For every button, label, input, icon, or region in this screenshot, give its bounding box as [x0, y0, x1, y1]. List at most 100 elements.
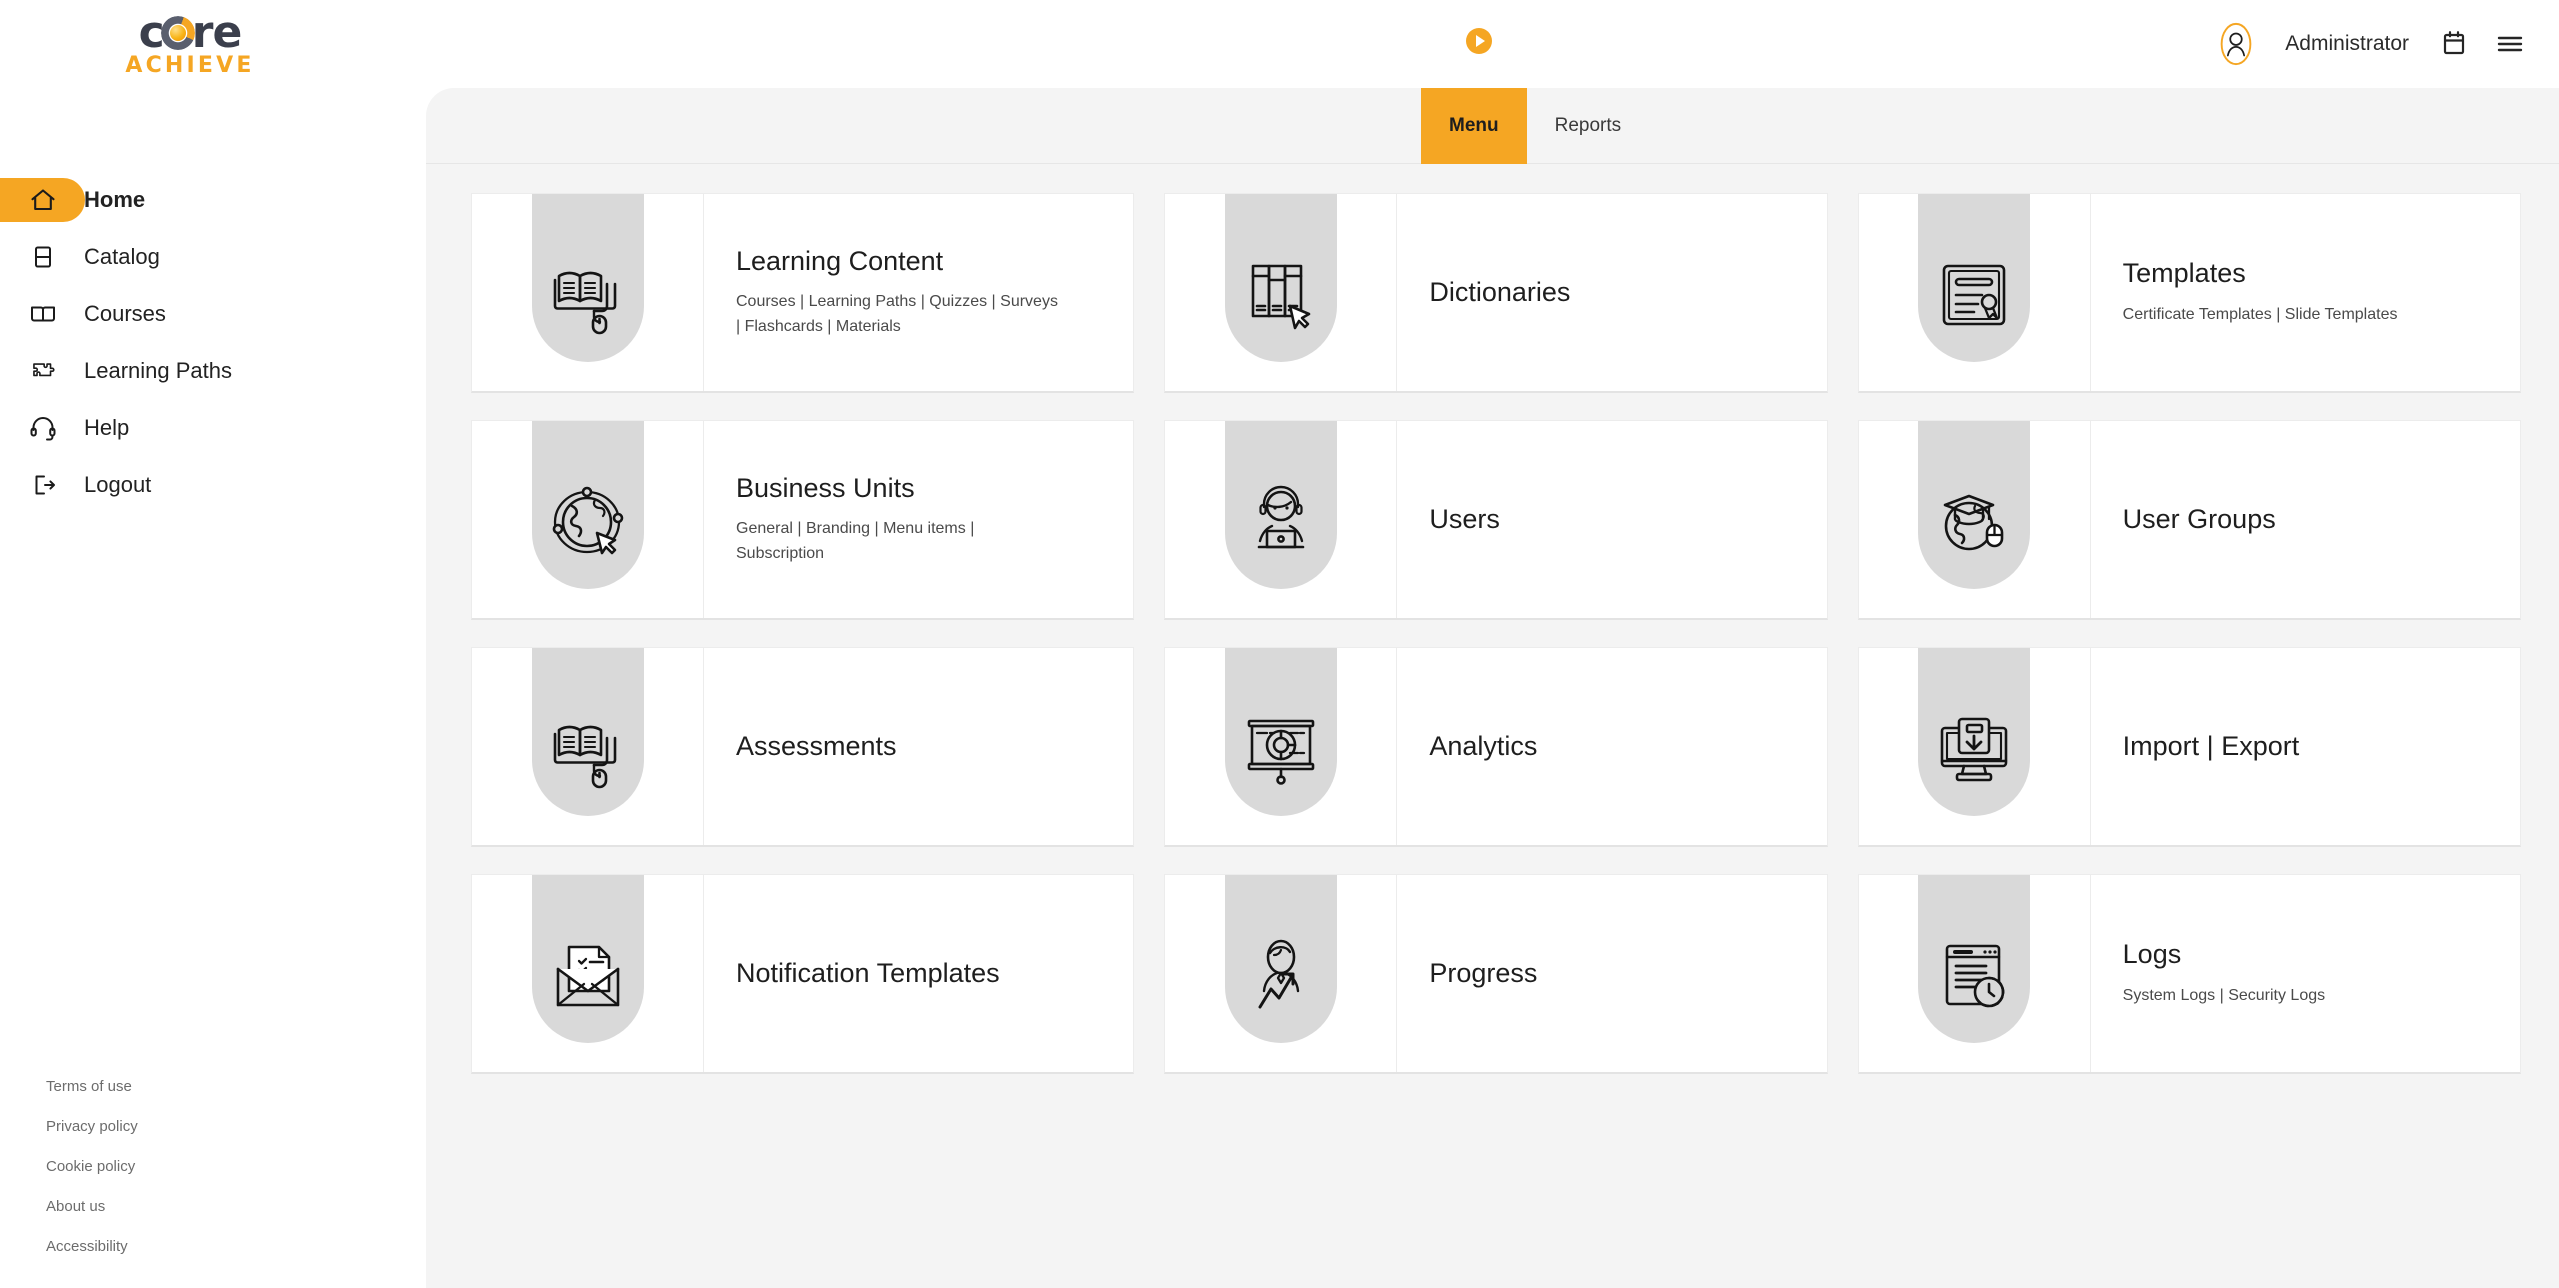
card-text-column: Business Units General | Branding | Menu…: [704, 421, 1133, 618]
card-text-column: Import | Export: [2091, 648, 2520, 845]
sidebar-item-courses[interactable]: Courses: [0, 292, 426, 336]
certificate-seal-icon: [1931, 252, 2017, 338]
card-icon-column: [1165, 421, 1398, 618]
card-text-column: Learning Content Courses | Learning Path…: [704, 194, 1133, 391]
card-assessments[interactable]: Assessments: [471, 647, 1135, 847]
sidebar-item-label: Catalog: [84, 244, 160, 269]
card-icon-column: [1859, 421, 2091, 618]
sidebar-item-label: Courses: [84, 301, 166, 326]
footer-link-cookie[interactable]: Cookie policy: [46, 1158, 138, 1175]
open-book-icon: [28, 299, 58, 329]
card-subtitle: System Logs | Security Logs: [2122, 986, 2326, 1004]
card-user-groups[interactable]: User Groups: [1857, 420, 2521, 620]
card-icon-column: [472, 421, 704, 618]
card-templates[interactable]: Templates Certificate Templates | Slide …: [1857, 193, 2521, 393]
sidebar: Home Catalog Courses Learning Paths Help…: [0, 88, 426, 1288]
headset-icon: [28, 413, 58, 443]
globe-graduation-mouse-icon: [1931, 479, 2017, 565]
footer-link-terms[interactable]: Terms of use: [46, 1078, 138, 1095]
module-card-grid: Learning Content Courses | Learning Path…: [426, 164, 2559, 1074]
card-icon-column: [1165, 648, 1398, 845]
user-headset-laptop-icon: [1238, 479, 1324, 565]
card-subtitle: Courses | Learning Paths | Quizzes | Sur…: [736, 293, 1058, 336]
brand-logo[interactable]: c re ACHIEVE: [100, 8, 280, 80]
card-subtitle: General | Branding | Menu items | Subscr…: [736, 520, 975, 563]
card-title: Progress: [1429, 958, 1538, 989]
card-icon-column: [1859, 194, 2091, 391]
presentation-piechart-icon: [1238, 706, 1324, 792]
sidebar-item-logout[interactable]: Logout: [0, 463, 426, 507]
card-title: Templates: [2122, 258, 2246, 289]
sidebar-item-catalog[interactable]: Catalog: [0, 235, 426, 279]
card-title: User Groups: [2122, 504, 2276, 535]
bookshelf-cursor-icon: [1238, 252, 1324, 338]
card-title: Notification Templates: [736, 958, 1000, 989]
sidebar-item-label: Help: [84, 415, 130, 440]
tab-reports[interactable]: Reports: [1527, 88, 1650, 164]
card-icon-column: [1859, 648, 2091, 845]
card-business-units[interactable]: Business Units General | Branding | Menu…: [471, 420, 1135, 620]
play-circle-icon[interactable]: [1466, 28, 1492, 54]
card-icon-column: [1165, 194, 1398, 391]
logo-letters-re: re: [191, 6, 243, 58]
sidebar-item-label: Logout: [84, 472, 152, 497]
card-notification-templates[interactable]: Notification Templates: [471, 874, 1135, 1074]
card-title: Assessments: [736, 731, 897, 762]
card-progress[interactable]: Progress: [1164, 874, 1828, 1074]
card-text-column: Templates Certificate Templates | Slide …: [2091, 194, 2520, 391]
card-users[interactable]: Users: [1164, 420, 1828, 620]
puzzle-piece-icon: [28, 356, 58, 386]
tab-menu[interactable]: Menu: [1421, 88, 1527, 164]
content-tabbar: Menu Reports: [426, 88, 2559, 164]
card-title: Logs: [2122, 939, 2182, 970]
home-icon: [28, 185, 58, 215]
document-clock-icon: [1931, 933, 2017, 1019]
card-title: Analytics: [1429, 731, 1538, 762]
logo-subtitle: ACHIEVE: [125, 52, 255, 78]
logout-arrow-icon: [28, 470, 58, 500]
main-content: Menu Reports Learning Content Courses | …: [426, 88, 2559, 1288]
card-icon-column: [472, 194, 704, 391]
header-actions: Administrator: [2213, 0, 2533, 88]
card-text-column: Assessments: [704, 648, 1133, 845]
book-mouse-icon: [545, 252, 631, 338]
envelope-checklist-icon: [545, 933, 631, 1019]
monitor-download-icon: [1931, 706, 2017, 792]
hamburger-menu-icon[interactable]: [2495, 29, 2525, 59]
book-mouse-icon: [545, 706, 631, 792]
card-title: Business Units: [736, 473, 915, 503]
card-text-column: Progress: [1397, 875, 1826, 1072]
sidebar-item-help[interactable]: Help: [0, 406, 426, 450]
sidebar-item-label: Learning Paths: [84, 358, 232, 383]
sidebar-item-label: Home: [84, 187, 146, 212]
app-root: c re ACHIEVE Administrator Home Catalog …: [0, 0, 2559, 1288]
person-growth-arrow-icon: [1238, 933, 1324, 1019]
top-header: c re ACHIEVE Administrator: [0, 0, 2559, 88]
card-title: Import | Export: [2122, 731, 2300, 762]
card-icon-column: [472, 875, 704, 1072]
sidebar-item-home[interactable]: Home: [0, 178, 426, 222]
footer-link-privacy[interactable]: Privacy policy: [46, 1118, 138, 1135]
globe-orbit-cursor-icon: [545, 479, 631, 565]
catalog-book-icon: [28, 242, 58, 272]
card-icon-column: [1859, 875, 2091, 1072]
card-text-column: Dictionaries: [1397, 194, 1826, 391]
calendar-icon[interactable]: [2439, 29, 2469, 59]
card-analytics[interactable]: Analytics: [1164, 647, 1828, 847]
card-dictionaries[interactable]: Dictionaries: [1164, 193, 1828, 393]
card-title: Learning Content: [736, 246, 944, 276]
sidebar-footer-links: Terms of use Privacy policy Cookie polic…: [46, 1078, 138, 1278]
user-avatar-icon[interactable]: [2213, 21, 2259, 67]
card-import-export[interactable]: Import | Export: [1857, 647, 2521, 847]
footer-link-about[interactable]: About us: [46, 1198, 138, 1215]
card-text-column: Notification Templates: [704, 875, 1133, 1072]
sidebar-item-learning-paths[interactable]: Learning Paths: [0, 349, 426, 393]
card-learning-content[interactable]: Learning Content Courses | Learning Path…: [471, 193, 1135, 393]
card-icon-column: [1165, 875, 1398, 1072]
logo-wordmark: c re: [139, 6, 243, 58]
card-logs[interactable]: Logs System Logs | Security Logs: [1857, 874, 2521, 1074]
card-text-column: Logs System Logs | Security Logs: [2091, 875, 2520, 1072]
card-text-column: Analytics: [1397, 648, 1826, 845]
footer-link-accessibility[interactable]: Accessibility: [46, 1238, 138, 1255]
card-text-column: Users: [1397, 421, 1826, 618]
